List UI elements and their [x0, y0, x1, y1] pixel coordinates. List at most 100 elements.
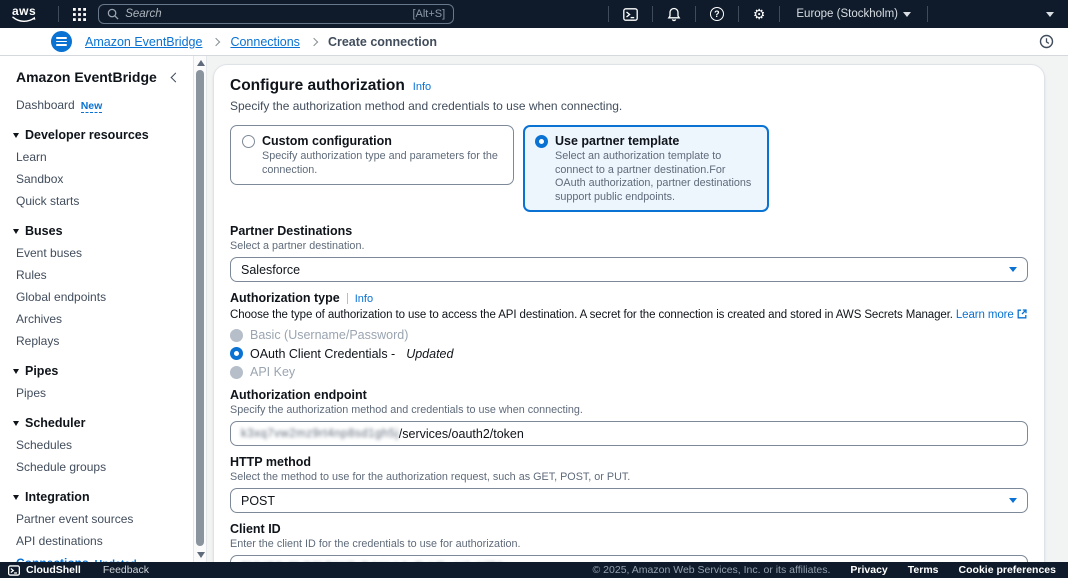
sidebar-item-event-buses[interactable]: Event buses: [0, 242, 193, 264]
region-selector[interactable]: Europe (Stockholm): [790, 8, 917, 20]
chevron-down-icon: [1046, 12, 1054, 17]
sidebar-item-sandbox[interactable]: Sandbox: [0, 168, 193, 190]
tile-custom-configuration[interactable]: Custom configuration Specify authorizati…: [230, 125, 514, 185]
sidebar-section-buses[interactable]: Buses: [0, 220, 193, 242]
sidebar-item-global-endpoints[interactable]: Global endpoints: [0, 286, 193, 308]
authorization-endpoint-label: Authorization endpoint: [230, 388, 1028, 403]
http-method-desc: Select the method to use for the authori…: [230, 471, 1028, 484]
apps-grid-icon: [73, 8, 86, 21]
http-method-select[interactable]: POST: [230, 488, 1028, 513]
main-content: Configure authorization Info Specify the…: [207, 56, 1068, 562]
global-search[interactable]: [Alt+S]: [98, 4, 454, 24]
terminal-icon: [8, 565, 20, 576]
authorization-endpoint-input[interactable]: k3xq7vw2mz9rt4np8sd1gh5j/services/oauth2…: [230, 421, 1028, 446]
topnav-divider: [927, 6, 928, 22]
authorization-type-label: Authorization type: [230, 291, 340, 306]
gear-icon: ⚙: [753, 7, 766, 21]
bell-icon: [667, 7, 681, 22]
sidebar-item-rules[interactable]: Rules: [0, 264, 193, 286]
sidebar-item-pipes[interactable]: Pipes: [0, 382, 193, 404]
notifications-button[interactable]: [663, 0, 685, 28]
sidebar-item-schedules[interactable]: Schedules: [0, 434, 193, 456]
topnav-divider: [652, 6, 653, 22]
page-title: Configure authorization: [230, 76, 405, 96]
sidebar-item-archives[interactable]: Archives: [0, 308, 193, 330]
sidebar-item-connections[interactable]: ConnectionsUpdated: [0, 552, 193, 562]
radio-option-api-key: API Key: [230, 365, 1028, 379]
top-navigation: aws [Alt+S] ? ⚙ Europe (Sto: [0, 0, 1068, 28]
sidebar-item-dashboard[interactable]: DashboardNew: [0, 94, 193, 116]
sidebar-title: Amazon EventBridge: [16, 69, 157, 85]
services-menu-button[interactable]: [69, 0, 90, 28]
radio-option-oauth[interactable]: OAuth Client Credentials -Updated: [230, 347, 1028, 361]
scrollbar-thumb[interactable]: [196, 70, 204, 546]
authorization-type-desc: Choose the type of authorization to use …: [230, 309, 953, 321]
tile-description: Specify authorization type and parameter…: [262, 150, 502, 177]
topnav-divider: [738, 6, 739, 22]
topnav-divider: [695, 6, 696, 22]
sidebar-item-learn[interactable]: Learn: [0, 146, 193, 168]
selected-value: Salesforce: [241, 263, 300, 277]
radio-disabled-icon: [230, 329, 243, 342]
breadcrumb-separator-icon: [212, 37, 220, 45]
chevron-down-icon: [903, 12, 911, 17]
chevron-down-icon: [13, 495, 19, 500]
learn-more-link[interactable]: Learn more: [956, 309, 1014, 321]
sidebar-scrollbar[interactable]: [193, 56, 207, 562]
partner-destinations-desc: Select a partner destination.: [230, 240, 1028, 253]
radio-option-basic: Basic (Username/Password): [230, 328, 1028, 342]
search-icon: [107, 8, 119, 20]
footer-terms-link[interactable]: Terms: [908, 564, 939, 576]
settings-button[interactable]: ⚙: [749, 0, 770, 28]
breadcrumb-separator-icon: [310, 37, 318, 45]
updated-badge: Updated: [95, 558, 137, 562]
help-icon: ?: [710, 7, 724, 21]
sidebar-item-schedule-groups[interactable]: Schedule groups: [0, 456, 193, 478]
aws-logo[interactable]: aws: [12, 6, 36, 23]
sidebar-section-developer-resources[interactable]: Developer resources: [0, 124, 193, 146]
tile-use-partner-template[interactable]: Use partner template Select an authoriza…: [523, 125, 769, 212]
sidebar-section-integration[interactable]: Integration: [0, 486, 193, 508]
chevron-down-icon: [13, 133, 19, 138]
help-button[interactable]: ?: [706, 0, 728, 28]
endpoint-path: /services/oauth2/token: [399, 427, 524, 441]
breadcrumb-bar: Amazon EventBridge Connections Create co…: [0, 28, 1068, 56]
topnav-divider: [779, 6, 780, 22]
new-badge: New: [81, 100, 103, 113]
footer-feedback-link[interactable]: Feedback: [103, 564, 149, 576]
sidebar-item-quick-starts[interactable]: Quick starts: [0, 190, 193, 212]
footer-privacy-link[interactable]: Privacy: [850, 564, 887, 576]
client-id-label: Client ID: [230, 522, 1028, 537]
recently-visited-button[interactable]: [1039, 34, 1054, 49]
radio-unselected-icon: [242, 135, 255, 148]
sidebar-section-scheduler[interactable]: Scheduler: [0, 412, 193, 434]
http-method-label: HTTP method: [230, 455, 1028, 470]
topnav-divider: [58, 6, 59, 22]
partner-destinations-select[interactable]: Salesforce: [230, 257, 1028, 282]
external-link-icon[interactable]: [1017, 309, 1027, 319]
sidebar-item-api-destinations[interactable]: API destinations: [0, 530, 193, 552]
scroll-up-arrow[interactable]: [197, 60, 205, 66]
cloudshell-button[interactable]: [619, 0, 642, 28]
footer-cookie-preferences-link[interactable]: Cookie preferences: [959, 564, 1056, 576]
scroll-down-arrow[interactable]: [197, 552, 205, 558]
tile-label: Use partner template: [555, 133, 679, 149]
authorization-type-info-link[interactable]: Info: [355, 293, 373, 305]
footer-cloudshell-button[interactable]: CloudShell: [8, 564, 81, 576]
breadcrumb-link-eventbridge[interactable]: Amazon EventBridge: [85, 35, 202, 49]
client-id-input[interactable]: 3MVG9x8bQ2kPjW7nD4tYqL1sRzV5mH6cKfT0a: [230, 555, 1028, 562]
updated-suffix: Updated: [406, 347, 453, 361]
chevron-down-icon: [13, 369, 19, 374]
clock-icon: [1039, 34, 1054, 49]
breadcrumb-link-connections[interactable]: Connections: [230, 35, 300, 49]
sidebar-section-pipes[interactable]: Pipes: [0, 360, 193, 382]
radio-disabled-icon: [230, 366, 243, 379]
sidebar-collapse-icon[interactable]: [171, 72, 181, 82]
service-menu-button[interactable]: [51, 31, 72, 52]
aws-logo-text: aws: [12, 6, 36, 16]
title-info-link[interactable]: Info: [413, 81, 431, 93]
sidebar-item-replays[interactable]: Replays: [0, 330, 193, 352]
sidebar-item-partner-event-sources[interactable]: Partner event sources: [0, 508, 193, 530]
search-input[interactable]: [125, 8, 412, 20]
account-menu-button[interactable]: [1042, 0, 1058, 28]
